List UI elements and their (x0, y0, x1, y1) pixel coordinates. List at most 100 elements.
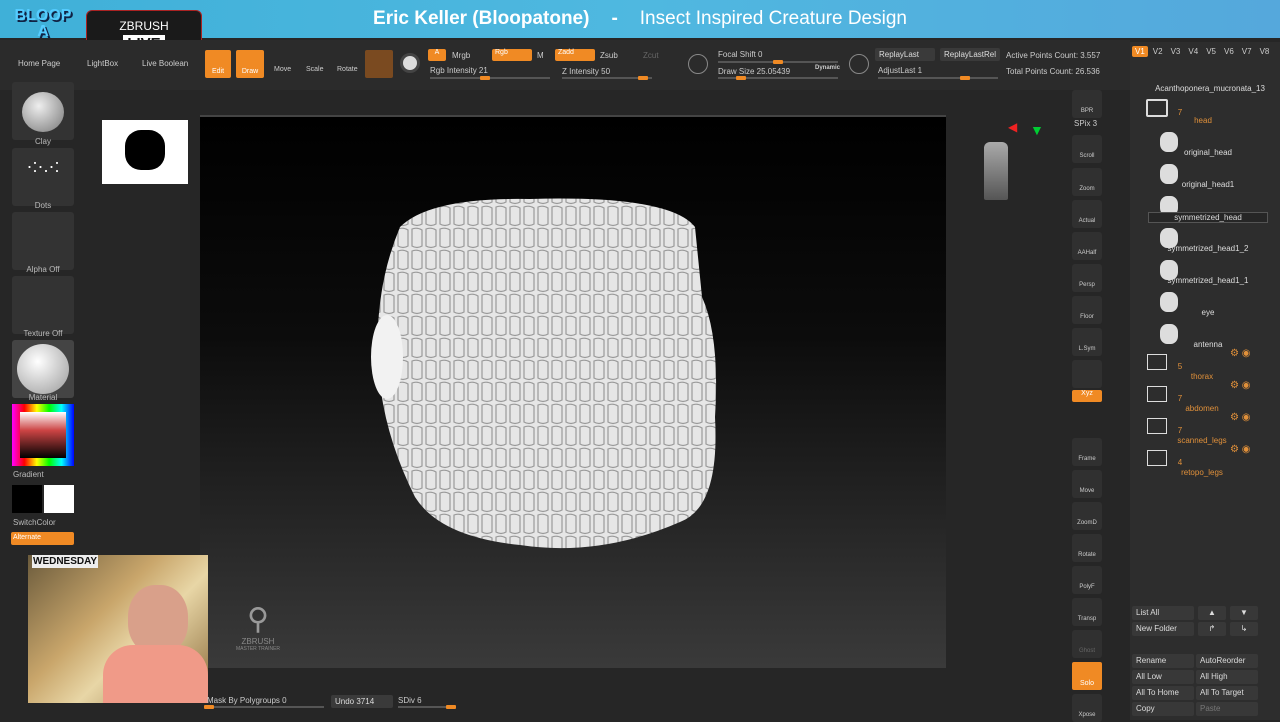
all-to-home-button[interactable]: All To Home (1132, 686, 1194, 700)
zoom3d-button[interactable]: ZoomD (1072, 502, 1102, 530)
color-picker[interactable] (12, 404, 74, 466)
sdiv-slider[interactable] (398, 705, 456, 709)
ghost-button[interactable]: Ghost (1072, 630, 1102, 658)
draw-button[interactable]: Draw (236, 50, 264, 78)
arrow-up-right-button[interactable]: ↱ (1198, 622, 1226, 636)
zadd-button[interactable]: Zadd (555, 49, 595, 61)
folder-settings-visibility-icon[interactable]: ⚙ ◉ (1230, 444, 1250, 455)
folder-edit-icon[interactable] (1146, 99, 1168, 117)
xyz-button[interactable]: Xyz (1072, 390, 1102, 402)
folder-name-head[interactable]: head (1143, 116, 1263, 125)
undo-button[interactable]: Undo 3714 (331, 695, 393, 708)
copy-button[interactable]: Copy (1132, 702, 1194, 716)
folder-settings-visibility-icon[interactable]: ⚙ ◉ (1230, 380, 1250, 391)
stroke-icon[interactable] (400, 53, 420, 73)
draw-size-slider[interactable] (718, 76, 838, 80)
rgb-button[interactable]: Rgb (492, 49, 532, 61)
switch-color-button[interactable]: SwitchColor (13, 518, 99, 527)
list-all-button[interactable]: List All (1132, 606, 1194, 620)
subtool-item[interactable]: symmetrized_head1_2 (1148, 244, 1268, 253)
move-button[interactable]: Move (274, 66, 291, 73)
folder-icon[interactable] (1147, 450, 1167, 466)
mrgb-button[interactable]: Mrgb (452, 51, 470, 60)
folder-name[interactable]: retopo_legs (1142, 468, 1262, 477)
spix-slider[interactable]: SPix 3 (1074, 119, 1097, 128)
lightbox-button[interactable]: LightBox (87, 59, 118, 68)
material-thumbnail[interactable] (12, 340, 74, 398)
folder-settings-visibility-icon[interactable]: ⚙ ◉ (1230, 412, 1250, 423)
adjust-last-slider[interactable] (878, 76, 998, 80)
bpr-button[interactable]: BPR (1072, 90, 1102, 118)
all-to-target-button[interactable]: All To Target (1196, 686, 1258, 700)
solo-button[interactable]: Solo (1072, 662, 1102, 690)
dynamics-icon[interactable] (849, 54, 869, 74)
axis-gizmo-icon[interactable]: ▼ (1030, 122, 1044, 138)
version-tab-v1[interactable]: V1 (1132, 46, 1148, 57)
all-high-button[interactable]: All High (1196, 670, 1258, 684)
mask-by-polygroups-slider[interactable] (204, 705, 324, 709)
auto-reorder-button[interactable]: AutoReorder (1196, 654, 1258, 668)
stroke-thumbnail[interactable]: ·:·.·: (12, 148, 74, 206)
aahalf-button[interactable]: AAHalf (1072, 232, 1102, 260)
zsub-button[interactable]: Zsub (600, 51, 618, 60)
main-color-swatch[interactable] (12, 485, 42, 513)
zcut-button[interactable]: Zcut (643, 51, 659, 60)
transp-button[interactable]: Transp (1072, 598, 1102, 626)
rotate-button[interactable]: Rotate (337, 66, 358, 73)
m-button[interactable]: M (537, 51, 544, 60)
version-tab-v6[interactable]: V6 (1221, 46, 1237, 57)
lsym-button[interactable]: L.Sym (1072, 328, 1102, 356)
scale-button[interactable]: Scale (306, 66, 324, 73)
move-down-button[interactable]: ▼ (1230, 606, 1258, 620)
viewport-canvas[interactable]: ⚲ ZBRUSH MASTER TRAINER (200, 115, 946, 668)
a-button[interactable]: A (428, 49, 446, 61)
replay-last-button[interactable]: ReplayLast (875, 48, 935, 61)
move-view-button[interactable]: Move (1072, 470, 1102, 498)
home-page-button[interactable]: Home Page (18, 59, 60, 68)
brush-thumbnail[interactable] (12, 82, 74, 140)
version-tab-v5[interactable]: V5 (1203, 46, 1219, 57)
paste-button[interactable]: Paste (1196, 702, 1258, 716)
texture-thumbnail[interactable] (12, 276, 74, 334)
version-tab-v4[interactable]: V4 (1185, 46, 1201, 57)
secondary-color-swatch[interactable] (44, 485, 74, 513)
floor-button[interactable]: Floor (1072, 296, 1102, 324)
sculptris-pro-button[interactable] (365, 50, 393, 78)
persp-button[interactable]: Persp (1072, 264, 1102, 292)
version-tab-v8[interactable]: V8 (1257, 46, 1273, 57)
rotate-view-button[interactable]: Rotate (1072, 534, 1102, 562)
folder-icon[interactable] (1147, 418, 1167, 434)
dynamic-button[interactable]: Dynamic (815, 65, 840, 71)
version-tab-v2[interactable]: V2 (1150, 46, 1166, 57)
polyf-button[interactable]: PolyF (1072, 566, 1102, 594)
all-low-button[interactable]: All Low (1132, 670, 1194, 684)
subtool-item[interactable]: original_head (1148, 148, 1268, 157)
lock-icon[interactable] (1072, 360, 1102, 388)
subtool-top-name[interactable]: Acanthoponera_mucronata_13 (1140, 84, 1280, 93)
folder-settings-visibility-icon[interactable]: ⚙ ◉ (1230, 348, 1250, 359)
subtool-item[interactable]: original_head1 (1148, 180, 1268, 189)
folder-icon[interactable] (1147, 386, 1167, 402)
zoom-button[interactable]: Zoom (1072, 168, 1102, 196)
frame-button[interactable]: Frame (1072, 438, 1102, 466)
arrow-down-right-button[interactable]: ↳ (1230, 622, 1258, 636)
alternate-button[interactable]: Alternate (11, 532, 74, 545)
focal-shift-slider[interactable] (718, 60, 838, 64)
z-intensity-slider[interactable] (562, 76, 652, 80)
rgb-intensity-slider[interactable] (430, 76, 550, 80)
scroll-button[interactable]: Scroll (1072, 135, 1102, 163)
new-folder-button[interactable]: New Folder (1132, 622, 1194, 636)
focal-shift-icon[interactable] (688, 54, 708, 74)
edit-button[interactable]: Edit (205, 50, 231, 78)
navigation-gizmo-figure[interactable] (984, 142, 1008, 200)
move-up-button[interactable]: ▲ (1198, 606, 1226, 620)
live-boolean-button[interactable]: Live Boolean (142, 59, 188, 68)
rename-button[interactable]: Rename (1132, 654, 1194, 668)
subtool-item[interactable]: eye (1148, 308, 1268, 317)
subtool-item[interactable]: symmetrized_head1_1 (1148, 276, 1268, 285)
alpha-thumbnail[interactable] (12, 212, 74, 270)
actual-button[interactable]: Actual (1072, 200, 1102, 228)
version-tab-v3[interactable]: V3 (1168, 46, 1184, 57)
subtool-item[interactable]: symmetrized_head (1148, 212, 1268, 223)
folder-icon[interactable] (1147, 354, 1167, 370)
